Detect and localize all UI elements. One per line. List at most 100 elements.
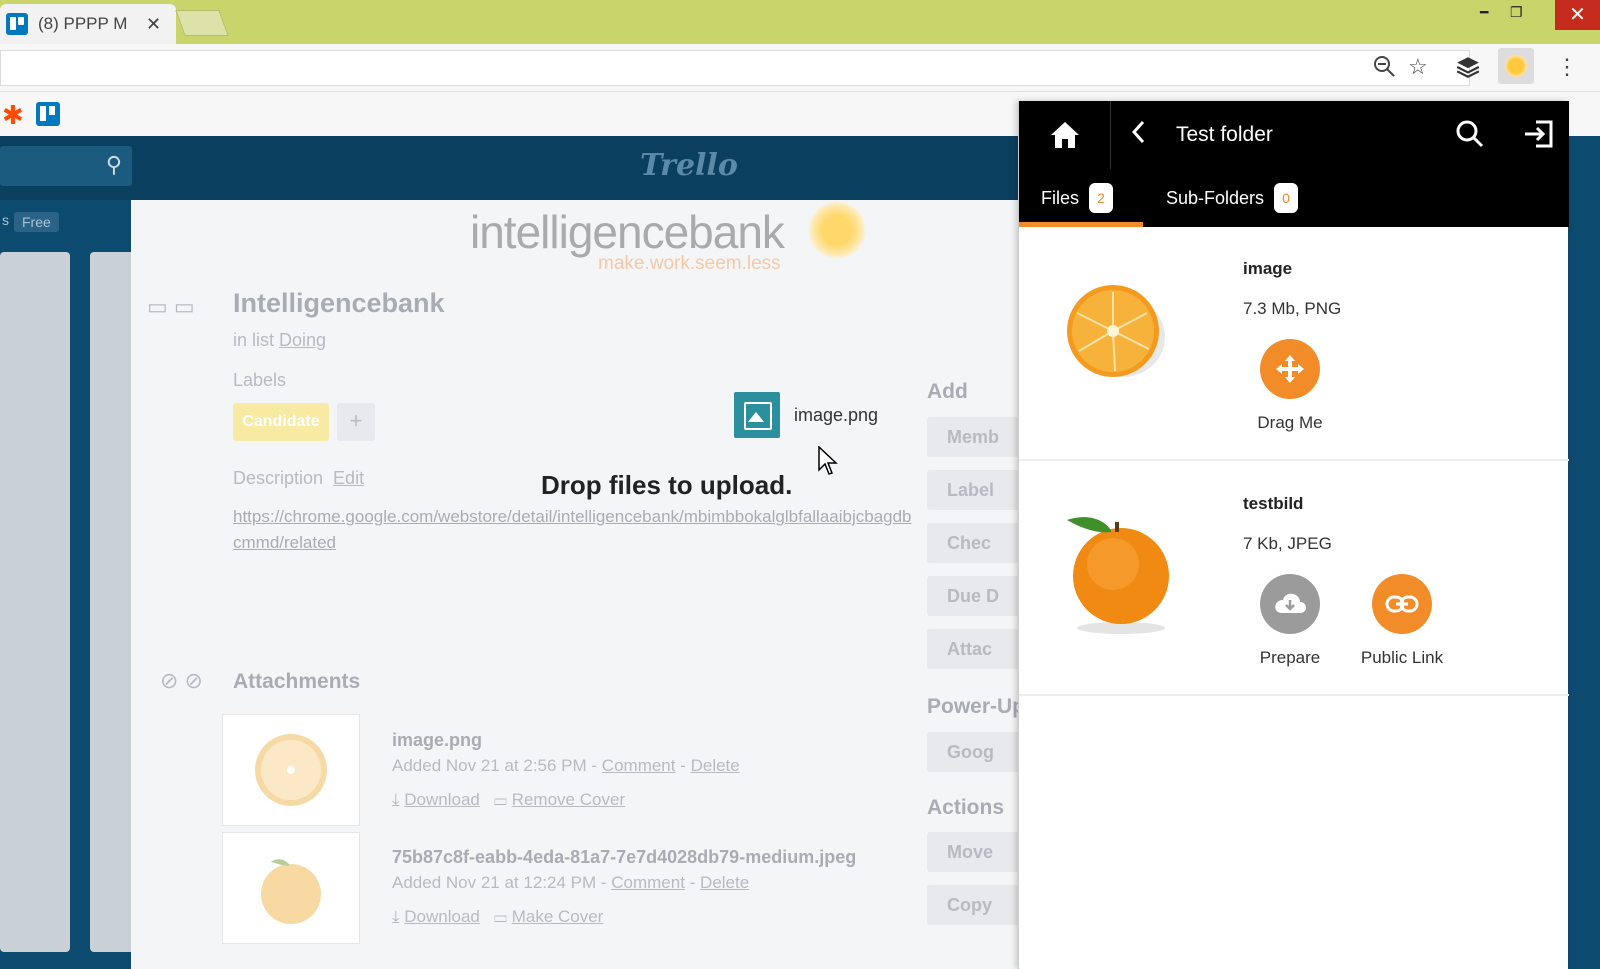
public-link-button[interactable]: Public Link [1347,574,1457,668]
trello-logo[interactable]: Trello [640,148,738,183]
delete-link[interactable]: Delete [700,873,749,892]
tab-sub-folders[interactable]: Sub-Folders 0 [1166,183,1299,213]
make-cover-link[interactable]: Make Cover [512,907,604,926]
card-title[interactable]: Intelligencebank [233,288,445,319]
board-list [90,252,135,952]
cover-icon: ▭ [494,907,507,926]
intelligencebank-panel: Test folder Files 2 Sub-Folders 0 image … [1018,101,1569,969]
zoom-out-icon[interactable] [1372,54,1396,84]
comment-link[interactable]: Comment [611,873,685,892]
intelligencebank-sun-icon[interactable] [1498,48,1534,84]
attachment-button[interactable]: Attac [927,629,1027,669]
home-icon [1050,122,1079,148]
restore-icon[interactable]: ❐ [1510,4,1523,21]
panel-header: Test folder [1019,101,1569,169]
file-thumbnail[interactable] [1041,508,1171,638]
orange-slice-image [1067,285,1165,377]
trello-bookmark-icon[interactable] [36,102,60,126]
attachment-name[interactable]: 75b87c8f-eabb-4eda-81a7-7e7d4028db79-med… [392,847,856,868]
card-icon: ▭ ▭ [147,294,195,319]
file-item: image 7.3 Mb, PNG Drag Me [1019,227,1569,461]
delete-link[interactable]: Delete [691,756,740,775]
file-name: testbild [1243,494,1304,513]
browser-tab-active[interactable]: (8) PPPP M ✕ [0,4,176,44]
download-icon: ⤓ [392,790,400,809]
layers-extension-icon[interactable] [1455,54,1481,86]
search-icon: ⚲ [105,152,122,177]
home-button[interactable] [1019,101,1111,169]
tab-close-icon[interactable]: ✕ [146,14,161,35]
file-name: image [1243,259,1293,278]
comment-link[interactable]: Comment [602,756,676,775]
brand-tagline: make.work.seem.less [598,253,781,274]
attachment-actions: ⤓ Download ▭ Make Cover [392,907,603,927]
attachment-meta: Added Nov 21 at 12:24 PM - Comment - Del… [392,873,749,893]
attachment-thumbnail[interactable] [222,832,360,944]
separator: - [596,873,612,892]
power-ups-heading: Power-Up [927,695,1026,718]
brand-sun-icon [808,201,866,259]
tab-files[interactable]: Files 2 [1041,183,1114,213]
board-list [0,252,70,952]
description-link[interactable]: https://chrome.google.com/webstore/detai… [233,504,913,556]
back-chevron-icon[interactable] [1131,119,1147,152]
orange-image [261,859,321,924]
menu-icon[interactable]: ⋮ [1556,54,1578,80]
card-cover-brand: intelligencebank [470,206,785,258]
copy-button[interactable]: Copy [927,885,1027,925]
download-link[interactable]: Download [404,790,480,809]
count-badge: 2 [1089,183,1114,213]
attachment-meta: Added Nov 21 at 2:56 PM - Comment - Dele… [392,756,740,776]
file-item: testbild 7 Kb, JPEG Prepare Public Link [1019,462,1569,696]
prepare-button[interactable]: Prepare [1235,574,1345,668]
separator: - [586,756,602,775]
window-close-button[interactable]: ✕ [1555,0,1600,30]
edit-description-link[interactable]: Edit [333,468,364,488]
attachment-added: Added Nov 21 at 12:24 PM [392,873,597,892]
due-date-button[interactable]: Due D [927,576,1027,616]
tab-label: Files [1041,187,1080,208]
labels-button[interactable]: Label [927,470,1027,510]
file-thumbnail[interactable] [1041,275,1171,405]
minimize-icon[interactable]: ━ [1480,4,1488,21]
list-link[interactable]: Doing [279,330,326,350]
mouse-cursor-icon [818,446,838,475]
members-button[interactable]: Memb [927,417,1027,457]
move-icon [1260,339,1320,399]
checklist-button[interactable]: Chec [927,523,1027,563]
action-label: Public Link [1360,648,1444,667]
browser-toolbar: ☆ ⋮ [0,44,1600,92]
actions-heading: Actions [927,796,1005,819]
search-icon[interactable] [1455,119,1485,154]
trello-search-box[interactable]: ⚲ [0,146,132,186]
board-menu-label: s [2,212,9,228]
tab-label: Sub-Folders [1166,187,1265,208]
tab-title: (8) PPPP M [38,14,128,33]
remove-cover-link[interactable]: Remove Cover [512,790,625,809]
count-badge: 0 [1274,183,1299,213]
folder-title: Test folder [1176,123,1273,146]
drag-me-button[interactable]: Drag Me [1235,339,1345,433]
move-button[interactable]: Move [927,832,1027,872]
add-label-button[interactable]: + [337,403,375,441]
link-icon [1372,574,1432,634]
download-link[interactable]: Download [404,907,480,926]
zapier-bookmark-icon[interactable]: ✱ [2,100,24,131]
google-drive-button[interactable]: Goog [927,732,1027,772]
new-tab-button[interactable] [175,10,229,36]
star-icon[interactable]: ☆ [1408,54,1428,80]
label-candidate[interactable]: Candidate [233,403,329,441]
paperclip-icon: ⊘ ⊘ [160,668,203,693]
attachment-added: Added Nov 21 at 2:56 PM [392,756,587,775]
description-heading-text: Description [233,468,324,488]
address-bar[interactable] [0,50,1470,86]
separator: - [684,873,701,892]
download-icon: ⤓ [392,907,400,926]
action-label: Drag Me [1257,413,1323,432]
orange-slice-image [255,734,327,806]
in-list-text: in list Doing [233,330,326,351]
attachment-thumbnail[interactable] [222,714,360,826]
attachments-heading: Attachments [233,670,361,693]
attachment-name[interactable]: image.png [392,730,482,751]
logout-icon[interactable] [1522,119,1554,154]
